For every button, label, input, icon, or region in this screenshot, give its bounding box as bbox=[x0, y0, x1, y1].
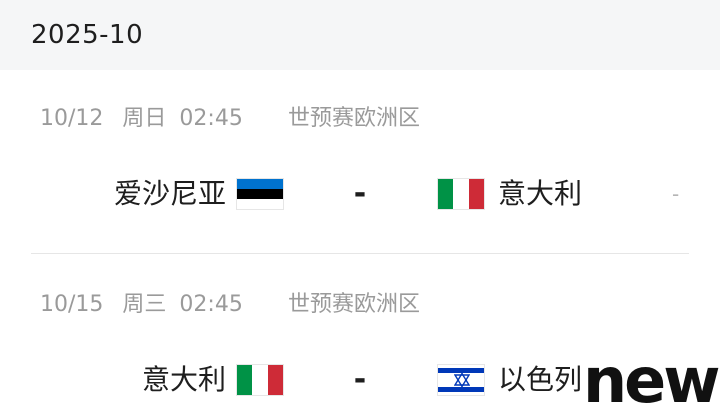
match-score: - bbox=[353, 176, 367, 211]
news-watermark-logo: news bbox=[583, 344, 720, 415]
match-date: 10/12 bbox=[40, 106, 104, 131]
match-card[interactable]: 10/12 周日 02:45 世预赛欧洲区 爱沙尼亚 - 意大利 - bbox=[0, 70, 720, 256]
italy-flag-icon bbox=[437, 178, 485, 210]
home-team-name: 意大利 bbox=[141, 363, 226, 396]
match-time: 02:45 bbox=[179, 106, 243, 131]
match-meta: 10/15 周三 02:45 世预赛欧洲区 bbox=[40, 286, 420, 318]
italy-flag-icon bbox=[236, 364, 284, 396]
away-team-name: 意大利 bbox=[498, 177, 583, 210]
match-time: 02:45 bbox=[179, 292, 243, 317]
match-weekday: 周三 bbox=[122, 292, 167, 317]
match-status: - bbox=[672, 182, 680, 206]
divider bbox=[31, 253, 689, 254]
match-weekday: 周日 bbox=[122, 106, 167, 131]
estonia-flag-icon bbox=[236, 178, 284, 210]
star-of-david-icon bbox=[454, 373, 470, 387]
home-team-name: 爱沙尼亚 bbox=[113, 177, 226, 210]
away-team-name: 以色列 bbox=[498, 363, 583, 396]
month-header: 2025-10 bbox=[0, 0, 720, 70]
month-label: 2025-10 bbox=[31, 20, 144, 50]
match-meta: 10/12 周日 02:45 世预赛欧洲区 bbox=[40, 100, 420, 132]
match-competition: 世预赛欧洲区 bbox=[288, 292, 421, 317]
israel-flag-icon bbox=[437, 364, 485, 396]
match-score: - bbox=[353, 362, 367, 397]
match-competition: 世预赛欧洲区 bbox=[288, 106, 421, 131]
match-row: 爱沙尼亚 - 意大利 - bbox=[0, 176, 720, 212]
match-date: 10/15 bbox=[40, 292, 104, 317]
